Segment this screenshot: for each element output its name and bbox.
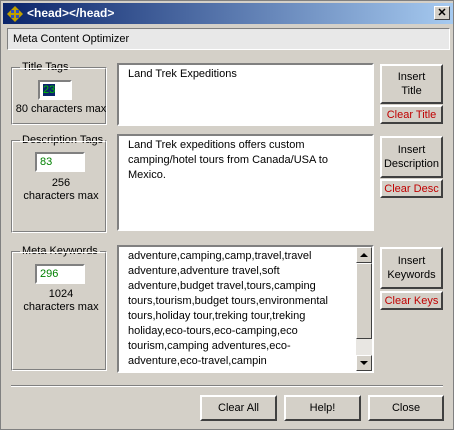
clear-title-button[interactable]: Clear Title — [380, 105, 443, 124]
keywords-scrollbar[interactable] — [356, 247, 372, 371]
clear-description-button[interactable]: Clear Desc — [380, 179, 443, 198]
footer-divider — [11, 385, 443, 387]
description-max-label: 256 characters max — [11, 177, 111, 203]
description-count-field[interactable]: 83 — [35, 152, 85, 172]
insert-keywords-button[interactable]: Insert Keywords — [380, 247, 443, 289]
title-bar[interactable]: <head></head> ✕ — [3, 3, 453, 24]
help-button[interactable]: Help! — [284, 395, 361, 421]
description-textbox[interactable]: Land Trek expeditions offers custom camp… — [117, 134, 374, 231]
keywords-max-suffix: characters max — [23, 301, 99, 313]
description-max-suffix: characters max — [23, 190, 99, 202]
scroll-down-arrow-icon[interactable] — [356, 355, 372, 371]
insert-title-button[interactable]: Insert Title — [380, 64, 443, 104]
insert-description-button[interactable]: Insert Description — [380, 136, 443, 178]
window-title: <head></head> — [27, 6, 115, 20]
keywords-count-field[interactable]: 296 — [35, 264, 85, 284]
description-max-number: 256 — [51, 177, 71, 189]
scroll-thumb[interactable] — [356, 263, 372, 339]
scroll-down-arrow-glyph — [360, 361, 368, 365]
scroll-up-arrow-icon[interactable] — [356, 247, 372, 263]
close-icon[interactable]: ✕ — [434, 6, 450, 20]
header-panel: Meta Content Optimizer — [7, 28, 450, 50]
clear-all-button[interactable]: Clear All — [200, 395, 277, 421]
meta-optimizer-window: <head></head> ✕ Meta Content Optimizer T… — [0, 0, 454, 430]
title-max-label: 80 characters max — [15, 103, 107, 115]
description-tags-legend: Description Tags — [20, 134, 106, 146]
title-count-value: 23 — [43, 84, 56, 96]
meta-keywords-legend: Meta Keywords — [20, 245, 100, 257]
keywords-textbox[interactable]: adventure,camping,camp,travel,travel adv… — [117, 245, 374, 373]
title-textbox[interactable]: Land Trek Expeditions — [117, 63, 374, 126]
title-count-field[interactable]: 23 — [38, 80, 72, 100]
diamond-app-icon — [7, 6, 23, 22]
keywords-max-number: 1024 — [48, 288, 74, 300]
clear-keywords-button[interactable]: Clear Keys — [380, 291, 443, 310]
title-tags-legend: Title Tags — [20, 61, 71, 73]
header-label: Meta Content Optimizer — [13, 33, 130, 45]
close-button[interactable]: Close — [368, 395, 444, 421]
scroll-up-arrow-glyph — [360, 253, 368, 257]
keywords-max-label: 1024 characters max — [11, 288, 111, 314]
